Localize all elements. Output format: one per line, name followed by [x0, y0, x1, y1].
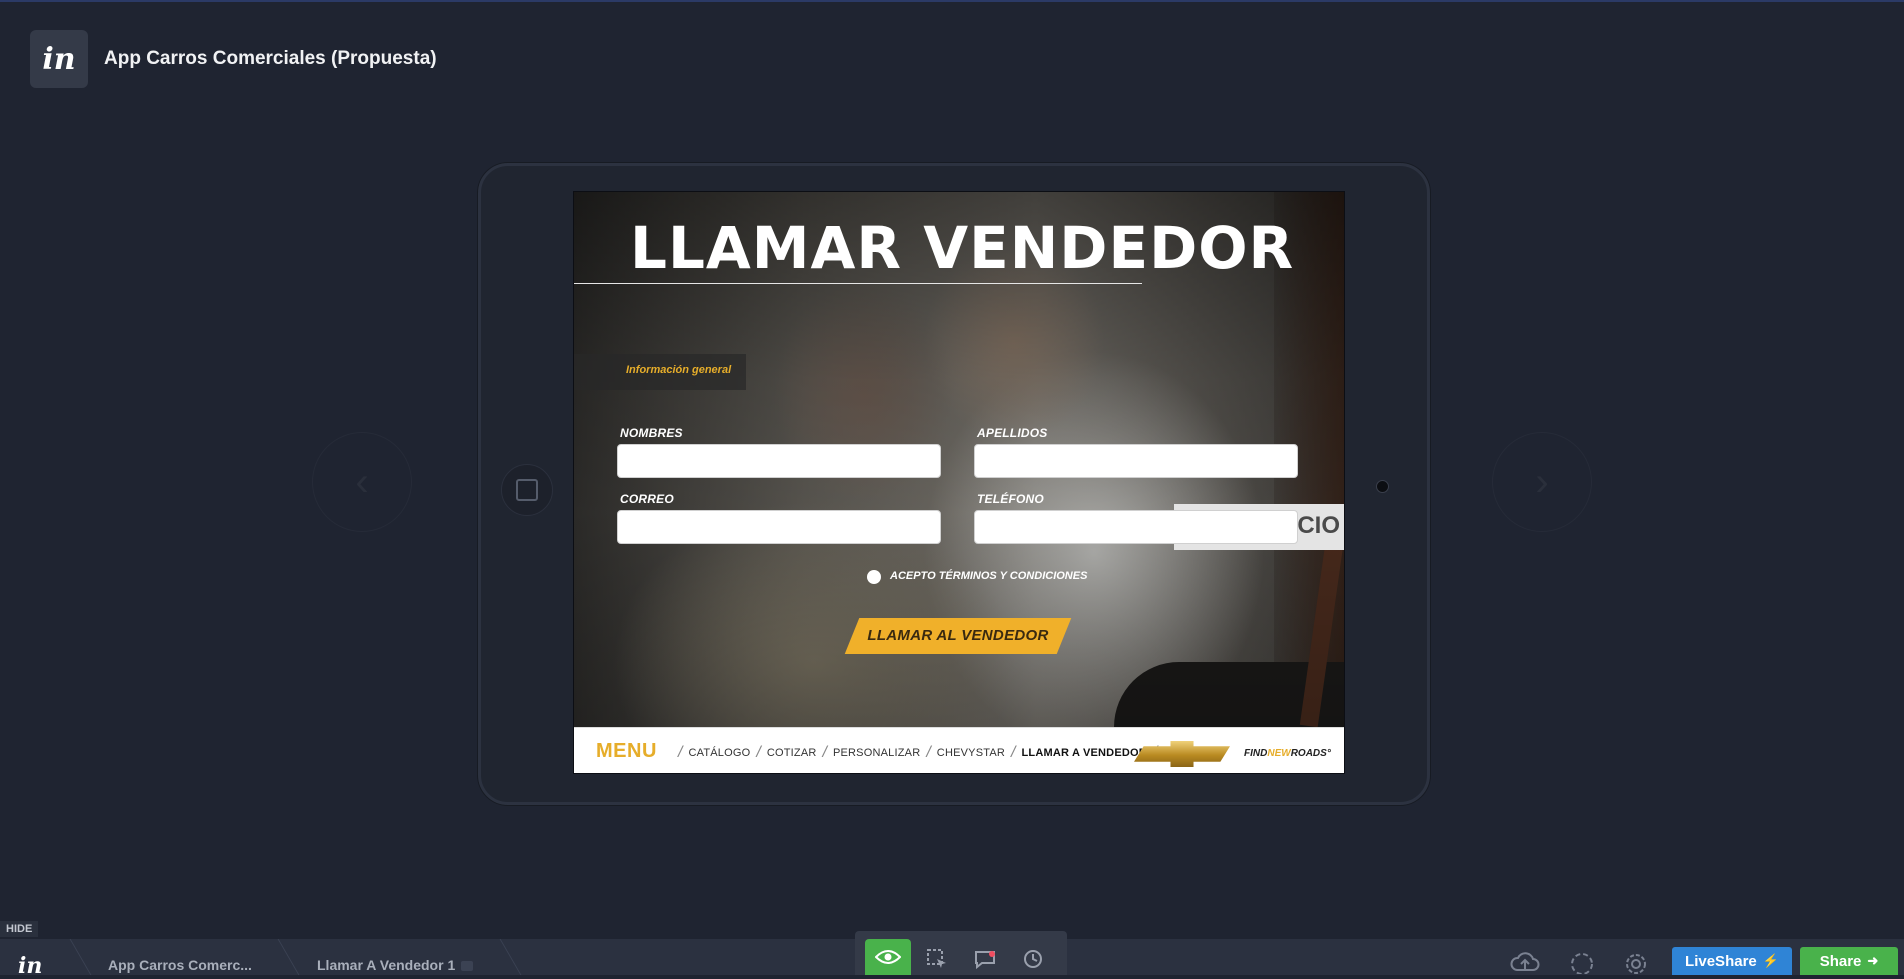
cloud-upload-icon — [1510, 952, 1540, 971]
tablet-frame: CIO LLAMAR VENDEDOR Información general … — [478, 163, 1430, 805]
correo-label: CORREO — [620, 492, 674, 506]
top-accent-line — [0, 0, 1904, 2]
build-mode-button[interactable] — [917, 943, 957, 975]
share-arrow-icon: ➜ — [1867, 953, 1879, 968]
telefono-label: TELÉFONO — [977, 492, 1044, 506]
screen-menu-icon[interactable] — [461, 961, 474, 972]
clock-icon — [1024, 950, 1042, 968]
menu-items: / CATÁLOGO / COTIZAR / PERSONALIZAR / CH… — [678, 744, 1157, 761]
gear-icon — [1626, 954, 1646, 974]
home-square-icon — [516, 479, 538, 501]
section-label: Información general — [626, 364, 732, 376]
menu-button[interactable]: MENU — [596, 740, 657, 763]
bottom-menu: MENU / CATÁLOGO / COTIZAR / PERSONALIZAR… — [574, 727, 1344, 773]
breadcrumb-screen[interactable]: Llamar A Vendedor 1 — [317, 957, 474, 973]
menu-item-catalogo[interactable]: CATÁLOGO — [688, 747, 750, 759]
call-seller-button-label[interactable]: LLAMAR AL VENDEDOR — [852, 618, 1064, 654]
menu-item-personalizar[interactable]: PERSONALIZAR — [833, 747, 920, 759]
notification-dot — [989, 951, 995, 957]
liveshare-button[interactable]: LiveShare ⚡ — [1672, 947, 1792, 975]
apellidos-input[interactable] — [974, 444, 1298, 478]
invision-logo[interactable]: in — [30, 30, 88, 88]
apellidos-label: APELLIDOS — [977, 426, 1048, 440]
history-mode-button[interactable] — [1013, 943, 1053, 975]
prototype-screen: CIO LLAMAR VENDEDOR Información general … — [573, 191, 1345, 774]
chevron-right-icon: › — [1535, 459, 1549, 504]
terms-label: ACEPTO TÉRMINOS Y CONDICIONES — [890, 570, 1088, 582]
nombres-label: NOMBRES — [620, 426, 683, 440]
terms-radio[interactable] — [867, 570, 881, 584]
tablet-camera — [1376, 480, 1389, 493]
invision-home-logo[interactable]: in — [18, 953, 42, 979]
next-screen-button[interactable]: › — [1492, 432, 1592, 532]
lightning-icon: ⚡ — [1762, 953, 1779, 968]
correo-input[interactable] — [617, 510, 941, 544]
comment-mode-button[interactable] — [965, 943, 1005, 975]
loading-circle-icon — [1571, 953, 1593, 975]
project-title: App Carros Comerciales (Propuesta) — [104, 48, 437, 69]
mode-toolbar — [855, 931, 1067, 975]
tablet-home-button — [501, 464, 553, 516]
menu-item-cotizar[interactable]: COTIZAR — [767, 747, 817, 759]
prev-screen-button[interactable]: ‹ — [312, 432, 412, 532]
share-button[interactable]: Share ➜ — [1800, 947, 1898, 975]
hide-toolbar-button[interactable]: HIDE — [0, 921, 38, 937]
telefono-input[interactable] — [974, 510, 1298, 544]
eye-icon — [875, 950, 901, 964]
nombres-input[interactable] — [617, 444, 941, 478]
menu-item-chevystar[interactable]: CHEVYSTAR — [937, 747, 1005, 759]
page-title: LLAMAR VENDEDOR — [630, 214, 1295, 282]
menu-item-llamar-vendedor[interactable]: LLAMAR A VENDEDOR — [1021, 747, 1146, 759]
brand-tagline: FINDNEWROADS° — [1244, 748, 1331, 759]
hotspot-select-icon — [927, 949, 946, 968]
title-divider — [574, 283, 1142, 284]
preview-mode-button[interactable] — [865, 939, 911, 975]
chevron-left-icon: ‹ — [355, 459, 369, 504]
breadcrumb-project[interactable]: App Carros Comerc... — [108, 957, 252, 973]
